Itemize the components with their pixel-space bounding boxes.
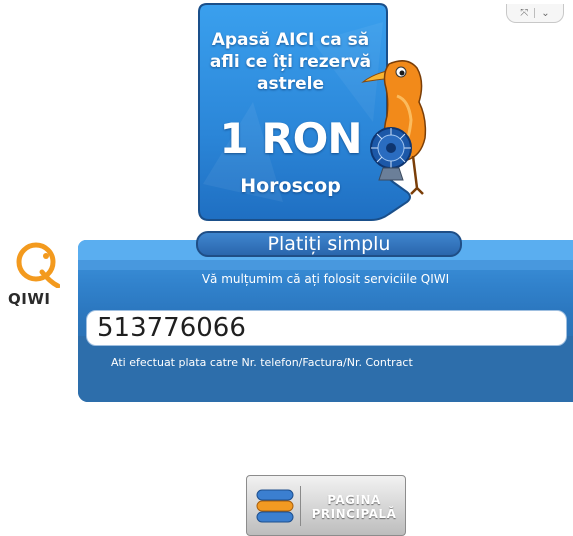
thanks-message: Vă mulțumim că ați folosit serviciile QI… bbox=[201, 272, 450, 286]
button-divider bbox=[300, 486, 301, 526]
main-page-icon bbox=[256, 489, 294, 523]
banner-line-2: afli ce îți rezervă bbox=[209, 52, 372, 72]
panel-band-mid bbox=[78, 260, 573, 270]
banner-line-3: astrele bbox=[257, 74, 324, 94]
banner-price: 1 RON bbox=[219, 114, 362, 163]
main-page-button[interactable]: PAGINA PRINCIPALĂ bbox=[246, 475, 406, 536]
qiwi-logo-text: QIWI bbox=[8, 290, 51, 308]
horoscope-banner[interactable]: Apasă AICI ca să afli ce îți rezervă ast… bbox=[193, 2, 436, 226]
banner-label: Horoscop bbox=[240, 175, 341, 197]
qiwi-terminal-screen: ⤧ ⌄ Apasă AICI ca să afli ce îți rezervă… bbox=[0, 0, 573, 536]
chevron-down-icon[interactable]: ⌄ bbox=[541, 8, 549, 19]
main-page-label: PAGINA PRINCIPALĂ bbox=[305, 493, 403, 521]
kiwi-bird-zodiac-icon bbox=[361, 60, 427, 195]
banner-line-1: Apasă AICI ca să bbox=[211, 30, 370, 50]
qiwi-logo: QIWI bbox=[6, 242, 68, 312]
window-controls[interactable]: ⤧ ⌄ bbox=[506, 4, 564, 23]
payment-caption: Ati efectuat plata catre Nr. telefon/Fac… bbox=[111, 356, 413, 369]
qiwi-logo-icon bbox=[16, 242, 60, 288]
panel-title: Platiți simplu bbox=[196, 231, 462, 257]
resize-icon[interactable]: ⤧ bbox=[520, 8, 528, 19]
main-page-label-line-1: PAGINA bbox=[327, 493, 381, 507]
main-page-label-line-2: PRINCIPALĂ bbox=[311, 507, 397, 521]
account-number-display: 513776066 bbox=[86, 310, 567, 346]
control-divider bbox=[534, 8, 536, 18]
